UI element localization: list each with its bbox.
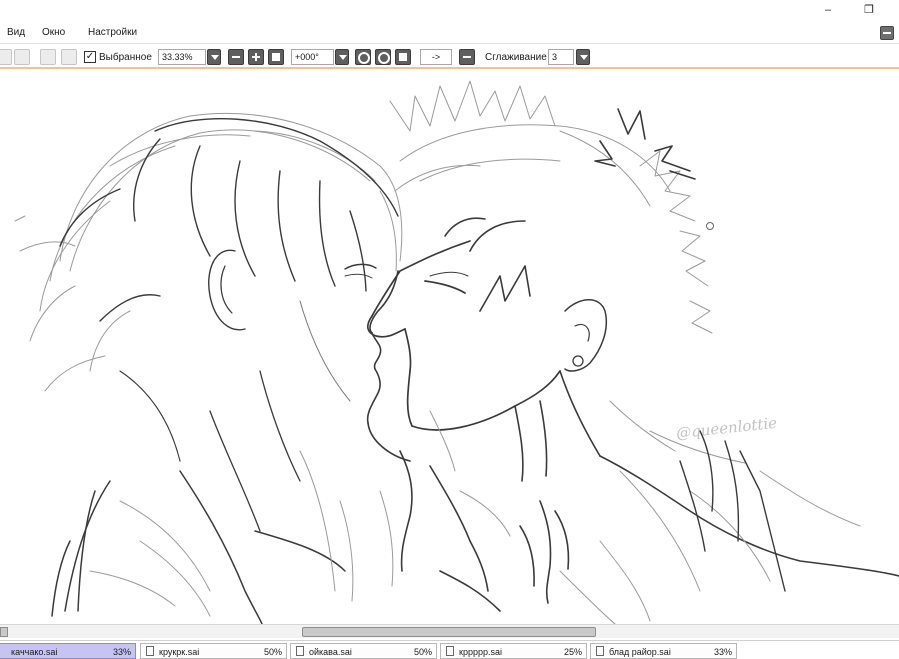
tab-name: кррррр.sai [459,647,502,657]
brush-cursor [706,222,714,230]
tab-zoom: 33% [713,647,732,657]
minimize-icon [883,32,891,34]
zoom-field[interactable]: 33.33% [158,49,206,65]
tab-name: каччако.sai [11,647,58,657]
restore-button[interactable]: ❐ [862,3,876,17]
zoom-reset-button[interactable] [268,49,284,65]
smoothing-field[interactable]: 3 [548,49,574,65]
rotation-reset-button[interactable] [395,49,411,65]
sketch-artwork [14,80,899,624]
rotation-field[interactable]: +000° [291,49,334,65]
menu-bar: Вид Окно Настройки [0,22,899,44]
zoom-dropdown[interactable] [207,49,221,65]
tab-name: ойкава.sai [309,647,352,657]
horizontal-scrollbar[interactable] [0,624,899,638]
navigator-right-button[interactable] [61,49,77,65]
new-layer-button[interactable] [0,49,12,65]
tab-name: крукрк.sai [159,647,200,657]
document-tab-bar: каччако.sai 33% крукрк.sai 50% ойкава.sa… [0,640,899,659]
tab-document-5[interactable]: блад райор.sai 33% [590,643,737,659]
smoothing-label: Сглаживание [485,52,547,63]
navigator-left-button[interactable] [40,49,56,65]
copy-button[interactable] [14,49,30,65]
menu-window[interactable]: Окно [42,27,65,39]
flip-field[interactable]: -> [420,49,452,65]
tab-zoom: 25% [563,647,582,657]
document-icon [296,646,304,656]
tab-zoom: 33% [112,647,131,657]
selection-label: Выбранное [99,52,152,63]
tab-name: блад райор.sai [609,647,671,657]
selection-checkbox[interactable]: ✓ [84,51,96,63]
menu-view[interactable]: Вид [7,27,25,39]
zoom-in-button[interactable] [248,49,264,65]
tab-document-3[interactable]: ойкава.sai 50% [290,643,437,659]
document-icon [596,646,604,656]
document-icon [446,646,454,656]
document-icon [146,646,154,656]
menu-settings[interactable]: Настройки [88,27,137,39]
rotate-right-button[interactable] [375,49,391,65]
drawing-canvas[interactable]: @queenlottie [0,71,899,624]
tab-zoom: 50% [263,647,282,657]
zoom-out-button[interactable] [228,49,244,65]
scroll-left-button[interactable] [0,627,8,637]
view-toolbar: ✓ Выбранное 33.33% +000° -> Сглаживание … [0,45,899,69]
smoothing-dropdown[interactable] [576,49,590,65]
minimize-document-button[interactable] [880,26,894,40]
tab-document-2[interactable]: крукрк.sai 50% [140,643,287,659]
minimize-button[interactable]: – [821,3,835,17]
tab-document-4[interactable]: кррррр.sai 25% [440,643,587,659]
rotate-left-button[interactable] [355,49,371,65]
rotation-dropdown[interactable] [335,49,349,65]
scrollbar-thumb[interactable] [302,627,596,637]
tab-document-1[interactable]: каччако.sai 33% [0,643,136,659]
flip-horizontal-button[interactable] [459,49,475,65]
tab-zoom: 50% [413,647,432,657]
